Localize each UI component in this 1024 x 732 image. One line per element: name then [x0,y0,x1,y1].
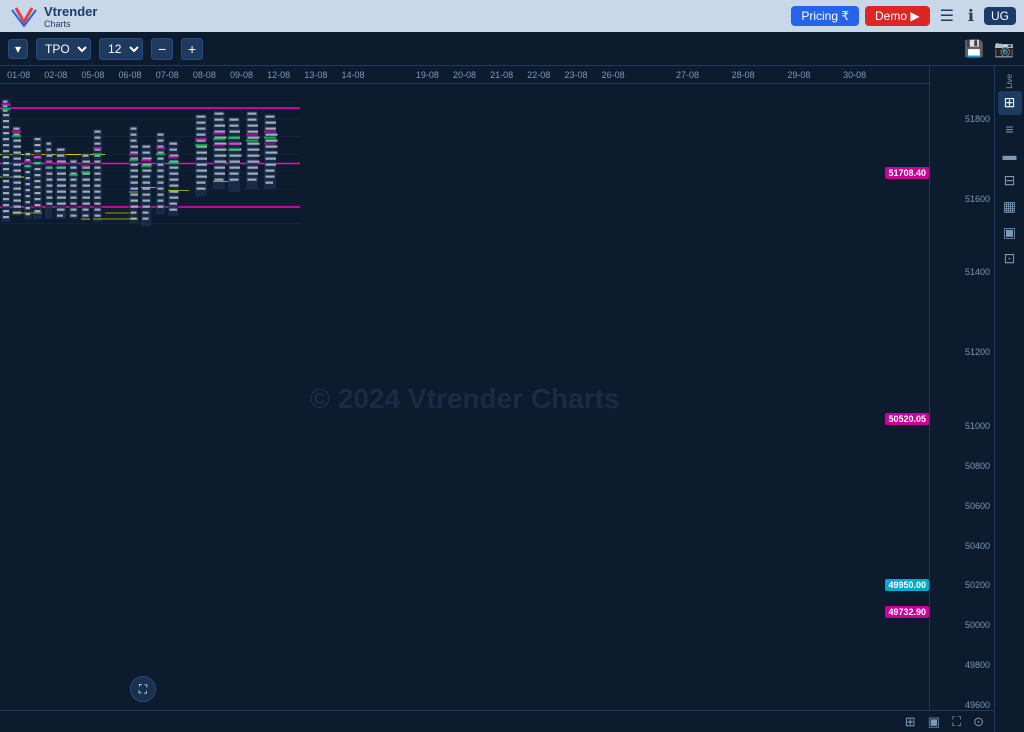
bottom-icon-1[interactable]: ▣ [926,712,942,732]
time-axis: 01-08 02-08 05-08 06-08 07-08 08-08 09-0… [0,66,929,84]
time-label-10: 19-08 [416,70,439,80]
price-51800: 51800 [965,114,990,124]
save-button[interactable]: 💾 [962,37,986,61]
sidebar-icon-5[interactable]: ▣ [998,221,1022,245]
bottom-bar: ⊞ ▣ ⛶ ⊙ [0,710,994,732]
price-50800: 50800 [965,461,990,471]
demo-button[interactable]: Demo ▶ [865,6,930,26]
tpo-select[interactable]: TPO [36,38,91,60]
price-axis: 51800 51600 51400 51200 51000 50800 5060… [929,66,994,732]
sidebar-icon-3[interactable]: ⊟ [998,169,1022,193]
price-value-51708: 51708.40 [885,167,929,179]
toolbar-right-buttons: 💾 📷 [962,37,1016,61]
decrease-button[interactable]: − [151,38,173,60]
time-label-16: 27-08 [676,70,699,80]
time-label-19: 30-08 [843,70,866,80]
live-label: Live [1005,74,1014,89]
time-label-2: 05-08 [81,70,104,80]
time-label-11: 20-08 [453,70,476,80]
chart-type-dropdown[interactable]: ▾ [8,39,28,59]
price-51000: 51000 [965,421,990,431]
time-label-5: 08-08 [193,70,216,80]
chart-toolbar: ▾ TPO 12 − + 💾 📷 [0,32,1024,66]
logo-area: Vtrender Charts [8,2,97,30]
time-label-9: 14-08 [342,70,365,80]
logo-icon [8,2,40,30]
time-label-7: 12-08 [267,70,290,80]
right-sidebar: Live ⊞ ≡ ▬ ⊟ ▦ ▣ ⊡ [994,66,1024,732]
bottom-icon-2[interactable]: ⛶ [950,712,963,732]
price-value-49732: 49732.90 [885,606,929,618]
price-50400: 50400 [965,541,990,551]
camera-button[interactable]: 📷 [992,37,1016,61]
sidebar-icon-6[interactable]: ⊡ [998,247,1022,271]
top-navigation-bar: Vtrender Charts Pricing ₹ Demo ▶ ☰ ℹ UG [0,0,1024,32]
price-50600: 50600 [965,501,990,511]
time-label-12: 21-08 [490,70,513,80]
price-value-49950: 49950.00 [885,579,929,591]
watermark: © 2024 Vtrender Charts [309,383,619,415]
time-label-15: 26-08 [602,70,625,80]
logo-text-area: Vtrender Charts [44,4,97,29]
bottom-icon-0[interactable]: ⊞ [903,712,918,732]
time-label-17: 28-08 [732,70,755,80]
increase-button[interactable]: + [181,38,203,60]
price-49600: 49600 [965,700,990,710]
bottom-icon-3[interactable]: ⊙ [971,712,986,732]
avatar-button[interactable]: UG [984,7,1016,25]
sidebar-icon-2[interactable]: ▬ [998,143,1022,167]
price-50200: 50200 [965,580,990,590]
logo-name: Vtrender [44,4,97,19]
time-label-13: 22-08 [527,70,550,80]
price-50000: 50000 [965,620,990,630]
chart-svg [0,84,300,234]
logo-subtitle: Charts [44,19,97,29]
main-content: 01-08 02-08 05-08 06-08 07-08 08-08 09-0… [0,66,1024,732]
sidebar-icon-1[interactable]: ≡ [998,117,1022,141]
time-label-6: 09-08 [230,70,253,80]
time-label-1: 02-08 [44,70,67,80]
time-label-14: 23-08 [564,70,587,80]
info-button[interactable]: ℹ [964,4,978,28]
chart-area[interactable]: 01-08 02-08 05-08 06-08 07-08 08-08 09-0… [0,66,929,732]
pricing-button[interactable]: Pricing ₹ [791,6,859,26]
time-label-18: 29-08 [787,70,810,80]
fullscreen-button[interactable]: ⛶ [130,676,156,702]
nav-right-controls: Pricing ₹ Demo ▶ ☰ ℹ UG [791,4,1016,28]
interval-select[interactable]: 12 [99,38,143,60]
price-51200: 51200 [965,347,990,357]
menu-button[interactable]: ☰ [936,4,958,28]
time-label-3: 06-08 [119,70,142,80]
time-label-4: 07-08 [156,70,179,80]
price-51400: 51400 [965,267,990,277]
time-label-8: 13-08 [304,70,327,80]
time-label-0: 01-08 [7,70,30,80]
price-49800: 49800 [965,660,990,670]
price-value-50520: 50520.05 [885,413,929,425]
price-51600: 51600 [965,194,990,204]
sidebar-icon-4[interactable]: ▦ [998,195,1022,219]
sidebar-icon-0[interactable]: ⊞ [998,91,1022,115]
